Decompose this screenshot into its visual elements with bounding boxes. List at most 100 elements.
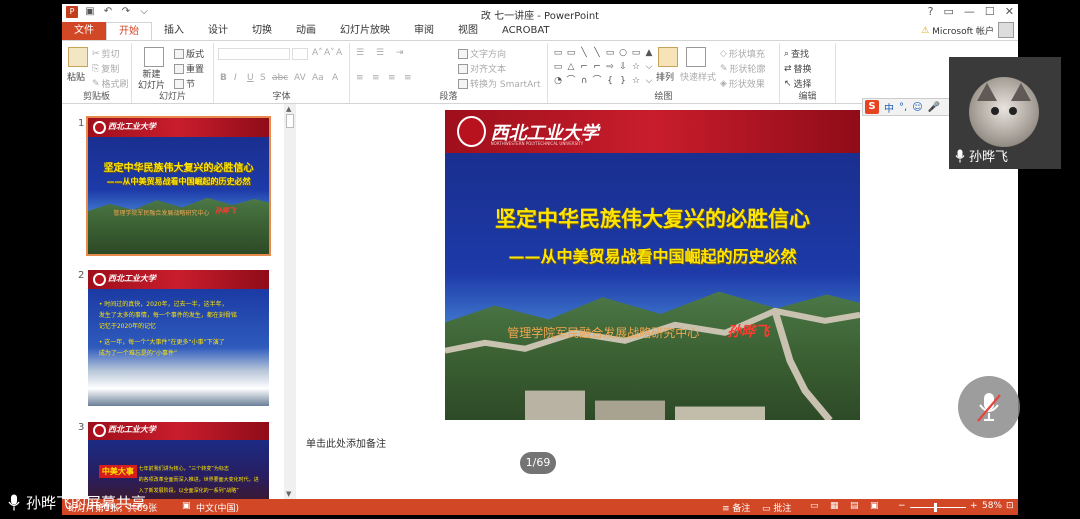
quick-styles-icon[interactable] (686, 47, 706, 67)
bold-button[interactable]: B (220, 73, 227, 83)
fit-slide-icon[interactable]: ⊡ (1006, 501, 1014, 511)
slide-thumbnail-3[interactable]: 西北工业大学 中美大事 七年前我们讲为核心，“三个转变”为标志 的各项改革全面而… (88, 422, 269, 499)
align-text-button[interactable]: 对齐文本 (458, 62, 506, 75)
account-avatar[interactable] (998, 22, 1014, 38)
shapes-gallery[interactable]: ▭ ▭ ╲ ╲ ▭ ○ ▭ ▲ ▭ △ ⌐ ⌐ ⇨ ⇩ ☆ ⌵ ◔ ⌒ ∩ ⌒{} ☆ ⌵ (552, 47, 653, 91)
tab-animations[interactable]: 动画 (284, 22, 328, 40)
bullets-button[interactable]: ☰ (356, 48, 364, 58)
text-direction-button[interactable]: 文字方向 (458, 47, 506, 60)
quick-styles-button[interactable]: 快速样式 (680, 70, 716, 83)
ime-punctuation-toggle[interactable]: °, (899, 102, 907, 113)
paste-icon[interactable] (68, 47, 88, 67)
voice-icon[interactable]: 🎤 (928, 102, 940, 113)
font-size-box[interactable] (292, 48, 308, 60)
normal-view-icon[interactable]: ▭ (810, 501, 819, 511)
paste-button[interactable]: 粘贴 (67, 70, 85, 83)
tab-review[interactable]: 审阅 (402, 22, 446, 40)
font-name-box[interactable] (218, 48, 290, 60)
slide-organization: 管理学院军民融合发展战略研究中心 (507, 325, 700, 340)
reset-button[interactable]: 重置 (174, 62, 204, 75)
ribbon-display-button[interactable]: ▭ (944, 5, 954, 18)
numbering-button[interactable]: ☰ (376, 48, 384, 58)
zoom-level[interactable]: 58% (982, 501, 1002, 511)
slide-subtitle: ——从中美贸易战看中国崛起的历史必然 (508, 247, 797, 267)
copy-button[interactable]: ⎘ 复制 (92, 62, 119, 76)
slide-thumbnail-2[interactable]: 西北工业大学 • 时间过的真快，2020年，过去一半，这半年， 发生了太多的事情… (88, 270, 269, 406)
mute-toggle-button[interactable] (958, 376, 1020, 438)
font-color-button[interactable]: A (332, 73, 338, 83)
clear-format-button[interactable]: A (336, 48, 342, 58)
grow-font-button[interactable]: A˄ (312, 48, 323, 58)
tab-home[interactable]: 开始 (106, 22, 152, 40)
tab-view[interactable]: 视图 (446, 22, 490, 40)
zoom-in-button[interactable]: + (970, 501, 978, 511)
slide-thumbnail-pane: 1 西北工业大学 坚定中华民族伟大复兴的必胜信心 ——从中美贸易战看中国崛起的历… (62, 104, 298, 499)
maximize-button[interactable]: ☐ (985, 5, 995, 18)
cut-button[interactable]: ✂ 剪切 (92, 47, 120, 61)
italic-button[interactable]: I (234, 73, 237, 83)
ribbon-tabs: 文件 开始 插入 设计 切换 动画 幻灯片放映 审阅 视图 ACROBAT (62, 22, 1018, 40)
layout-button[interactable]: 版式 (174, 47, 204, 60)
scroll-thumb[interactable] (286, 114, 294, 128)
shape-fill-button[interactable]: ◇ 形状填充 (720, 47, 765, 61)
thumb-text-line: 的各项改革全面而深入推进，世界要面大变化时代，进 (138, 476, 259, 483)
strikethrough-button[interactable]: abc (272, 73, 288, 83)
spellcheck-icon[interactable]: ▣ (182, 501, 191, 511)
char-spacing-button[interactable]: AV (294, 73, 306, 83)
tab-acrobat[interactable]: ACROBAT (490, 22, 562, 40)
justify-button[interactable]: ≡ (404, 73, 412, 83)
tab-insert[interactable]: 插入 (152, 22, 196, 40)
replace-button[interactable]: ⇄ 替换 (784, 62, 812, 76)
thumb-text-line: 发生了太多的事情，每一个事件的发生，都在刻骨铭 (98, 311, 237, 319)
university-name-en: NORTHWESTERN POLYTECHNICAL UNIVERSITY (490, 141, 584, 146)
minimize-button[interactable]: — (964, 5, 975, 18)
indent-button[interactable]: ⇥ (396, 48, 404, 58)
tab-slideshow[interactable]: 幻灯片放映 (328, 22, 402, 40)
shrink-font-button[interactable]: A˅ (324, 48, 335, 58)
tab-design[interactable]: 设计 (196, 22, 240, 40)
scroll-up-icon[interactable]: ▲ (286, 105, 291, 113)
slide-thumbnail-1[interactable]: 西北工业大学 坚定中华民族伟大复兴的必胜信心 ——从中美贸易战看中国崛起的历史必… (86, 116, 271, 256)
close-button[interactable]: ✕ (1005, 5, 1014, 18)
group-slides: 新建 幻灯片 版式 重置 节 幻灯片 (132, 43, 214, 103)
notes-placeholder[interactable]: 单击此处添加备注 (306, 435, 386, 450)
sogou-logo-icon[interactable]: S (865, 100, 879, 114)
change-case-button[interactable]: Aa (312, 73, 324, 83)
shape-outline-button[interactable]: ✎ 形状轮廓 (720, 62, 766, 76)
participant-video-tile[interactable]: 孙晔飞 (949, 57, 1061, 169)
slide-sorter-icon[interactable]: ▦ (830, 501, 839, 511)
scroll-down-icon[interactable]: ▼ (286, 490, 291, 498)
arrange-icon[interactable] (658, 47, 678, 67)
align-right-button[interactable]: ≡ (388, 73, 396, 83)
help-button[interactable]: ? (928, 5, 934, 18)
zoom-slider[interactable] (910, 507, 966, 508)
notes-toggle-button[interactable]: ≡ 备注 (722, 501, 750, 514)
shadow-button[interactable]: S (260, 73, 266, 83)
current-slide[interactable]: 西北工业大学 NORTHWESTERN POLYTECHNICAL UNIVER… (445, 110, 860, 420)
ime-mode-toggle[interactable]: 中 (884, 100, 894, 115)
new-slide-icon[interactable] (144, 47, 164, 67)
text-direction-icon (458, 48, 468, 59)
comments-toggle-button[interactable]: ▭ 批注 (762, 501, 791, 514)
arrange-button[interactable]: 排列 (656, 70, 674, 83)
language-status[interactable]: 中文(中国) (196, 501, 239, 514)
reading-view-icon[interactable]: ▤ (850, 501, 859, 511)
zoom-out-button[interactable]: − (898, 501, 906, 511)
slideshow-icon[interactable]: ▣ (870, 501, 879, 511)
thumbnail-scrollbar[interactable]: ▲ ▼ (284, 104, 296, 499)
participant-name-label: 孙晔飞 (955, 146, 1008, 165)
tab-file[interactable]: 文件 (62, 22, 106, 40)
thumb-text-line: 入了新发展阶段，以全面深化的一系列“战略” (138, 487, 239, 494)
align-left-button[interactable]: ≡ (356, 73, 364, 83)
slide-title: 坚定中华民族伟大复兴的必胜信心 (495, 207, 810, 231)
zoom-slider-handle[interactable] (934, 503, 937, 512)
find-button[interactable]: ⌕ 查找 (784, 47, 809, 61)
emoji-icon[interactable]: ☺ (912, 102, 922, 113)
smartart-icon (458, 78, 468, 89)
underline-button[interactable]: U (247, 73, 254, 83)
align-center-button[interactable]: ≡ (372, 73, 380, 83)
cut-icon: ✂ (92, 48, 100, 59)
tab-transitions[interactable]: 切换 (240, 22, 284, 40)
account-area[interactable]: ⚠ Microsoft 帐户 (921, 24, 994, 38)
ime-toolbar: S 中 °, ☺ 🎤 (862, 98, 954, 116)
